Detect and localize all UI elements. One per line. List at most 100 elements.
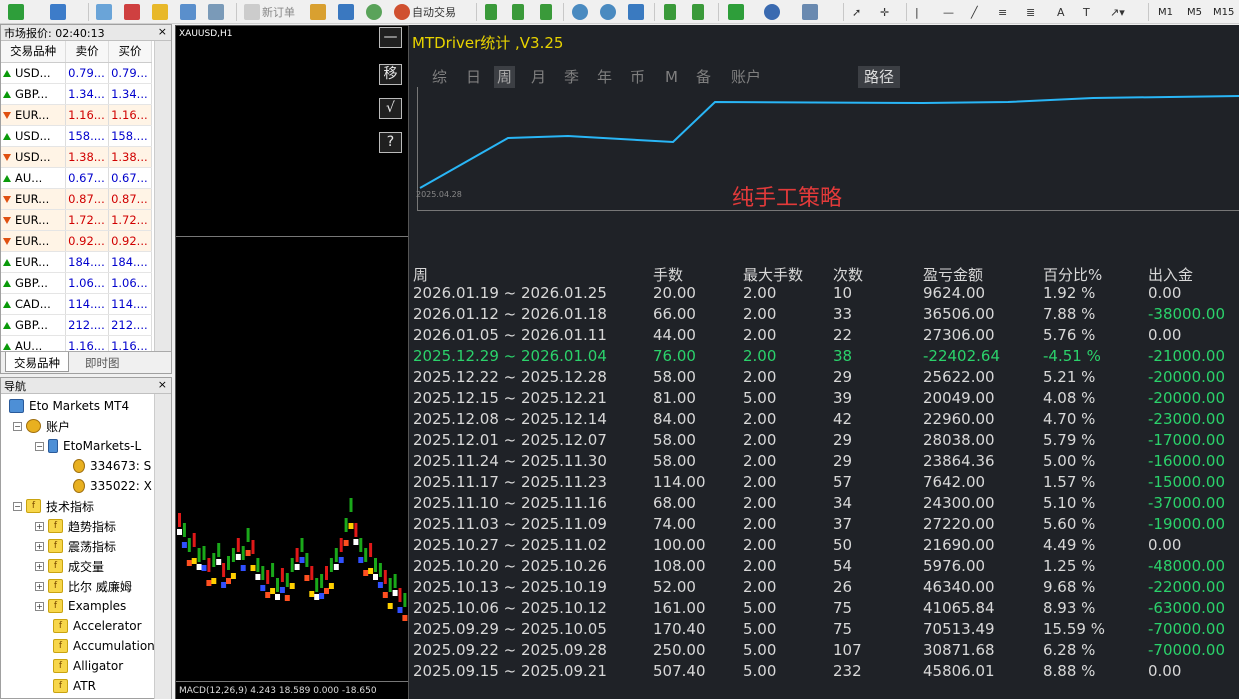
arrows-button[interactable]: ↗▾ — [1110, 3, 1125, 21]
indicators-button[interactable] — [728, 3, 746, 21]
nav-item-oscillators[interactable]: + f 震荡指标 — [35, 537, 116, 555]
collapse-icon[interactable]: − — [13, 501, 22, 511]
profiles-button[interactable] — [50, 3, 68, 21]
candle — [241, 546, 245, 560]
nav-item-trend[interactable]: + f 趋势指标 — [35, 517, 116, 535]
chart-shift-button[interactable] — [664, 3, 678, 21]
market-watch-button[interactable] — [96, 3, 114, 21]
candlestick-button[interactable] — [512, 3, 526, 21]
close-icon[interactable]: × — [158, 378, 167, 391]
signals-button[interactable] — [366, 3, 384, 21]
market-watch-row[interactable]: GBP... 1.06... 1.06... — [1, 272, 152, 294]
timeframe-m5[interactable]: M5 — [1187, 3, 1202, 21]
autoscroll-button[interactable] — [692, 3, 706, 21]
tab-day[interactable]: 日 — [466, 66, 481, 88]
collapse-icon[interactable]: − — [35, 441, 44, 451]
account-button[interactable] — [338, 3, 356, 21]
nav-item-examples[interactable]: + f Examples — [35, 597, 126, 615]
periods-button[interactable] — [764, 3, 782, 21]
expand-icon[interactable]: + — [35, 601, 44, 611]
nav-item-account-1[interactable]: 334673: S — [73, 457, 151, 475]
minimize-button[interactable]: — — [379, 27, 402, 48]
new-chart-button[interactable] — [8, 3, 26, 21]
market-watch-row[interactable]: AU... 0.67... 0.67... — [1, 167, 152, 189]
expand-icon[interactable]: + — [35, 521, 44, 531]
nav-item-accelerator[interactable]: f Accelerator — [53, 617, 142, 635]
bar-chart-button[interactable] — [485, 3, 499, 21]
nav-item-atr[interactable]: f ATR — [53, 677, 96, 695]
market-watch-row[interactable]: EUR... 1.16... 1.16... — [1, 104, 152, 126]
market-watch-row[interactable]: EUR... 0.92... 0.92... — [1, 230, 152, 252]
nav-item-account-2[interactable]: 335022: X — [73, 477, 152, 495]
nav-item-bill-williams[interactable]: + f 比尔 威廉姆 — [35, 577, 132, 595]
metaeditor-button[interactable] — [310, 3, 328, 21]
column-header-ask[interactable]: 买价 — [108, 41, 152, 63]
line-chart-button[interactable] — [540, 3, 554, 21]
nav-item-indicators[interactable]: − f 技术指标 — [13, 497, 94, 515]
zoom-in-button[interactable] — [572, 3, 590, 21]
tab-month[interactable]: 月 — [531, 66, 546, 88]
timeframe-m15[interactable]: M15 — [1213, 3, 1234, 21]
terminal-button[interactable] — [180, 3, 198, 21]
tab-backup[interactable]: 备 — [696, 66, 711, 88]
nav-item-volumes[interactable]: + f 成交量 — [35, 557, 104, 575]
market-watch-scrollbar[interactable] — [154, 41, 171, 356]
bid-cell: 0.67... — [65, 167, 110, 189]
navigator-scrollbar[interactable] — [154, 394, 171, 699]
tab-account[interactable]: 账户 — [731, 66, 761, 88]
timeframe-m1[interactable]: M1 — [1158, 3, 1173, 21]
column-header-symbol[interactable]: 交易品种 — [1, 41, 67, 63]
vertical-line-button[interactable]: | — [915, 3, 919, 21]
move-button[interactable]: 移 — [379, 64, 402, 85]
text-label-button[interactable]: T — [1083, 3, 1090, 21]
help-button[interactable]: ? — [379, 132, 402, 153]
market-watch-row[interactable]: USD... 0.79... 0.79... — [1, 62, 152, 84]
expand-icon[interactable]: + — [35, 581, 44, 591]
trendline-button[interactable]: ╱ — [971, 3, 978, 21]
tab-path[interactable]: 路径 — [858, 66, 901, 88]
tab-year[interactable]: 年 — [597, 66, 612, 88]
collapse-icon[interactable]: − — [13, 421, 22, 431]
tile-windows-button[interactable] — [628, 3, 646, 21]
equidistant-channel-button[interactable]: ≡ — [998, 3, 1007, 21]
data-window-button[interactable] — [124, 3, 142, 21]
chart-window[interactable]: XAUUSD,H1 — [175, 25, 409, 699]
crosshair-button[interactable]: ✛ — [880, 3, 889, 21]
zoom-out-button[interactable] — [600, 3, 618, 21]
market-watch-row[interactable]: EUR... 184.... 184.... — [1, 251, 152, 273]
confirm-button[interactable]: √ — [379, 98, 402, 119]
nav-item-accounts[interactable]: − 账户 — [13, 417, 70, 435]
tab-m[interactable]: M — [665, 66, 678, 88]
nav-item-server[interactable]: − EtoMarkets-L — [35, 437, 141, 455]
tab-week[interactable]: 周 — [494, 66, 516, 88]
market-watch-row[interactable]: EUR... 0.87... 0.87... — [1, 188, 152, 210]
column-header-bid[interactable]: 卖价 — [65, 41, 110, 63]
tab-tick-chart[interactable]: 即时图 — [77, 352, 128, 372]
market-watch-row[interactable]: USD... 1.38... 1.38... — [1, 146, 152, 168]
nav-item-alligator[interactable]: f Alligator — [53, 657, 123, 675]
ask-cell: 212.... — [108, 314, 152, 336]
text-button[interactable]: A — [1057, 3, 1065, 21]
close-icon[interactable]: × — [158, 25, 167, 38]
templates-button[interactable] — [802, 3, 820, 21]
market-watch-row[interactable]: GBP... 1.34... 1.34... — [1, 83, 152, 105]
nav-item-terminal[interactable]: Eto Markets MT4 — [9, 397, 129, 415]
tab-currency[interactable]: 币 — [630, 66, 645, 88]
tester-button[interactable] — [208, 3, 226, 21]
market-watch-row[interactable]: EUR... 1.72... 1.72... — [1, 209, 152, 231]
expand-icon[interactable]: + — [35, 561, 44, 571]
tab-symbols[interactable]: 交易品种 — [5, 352, 69, 372]
nav-item-accumulation[interactable]: f Accumulation — [53, 637, 155, 655]
market-watch-row[interactable]: USD... 158.... 158.... — [1, 125, 152, 147]
cursor-button[interactable]: ➚ — [852, 3, 861, 21]
fibonacci-button[interactable]: ≣ — [1026, 3, 1035, 21]
new-order-button[interactable]: 新订单 — [244, 3, 295, 21]
auto-trading-button[interactable]: 自动交易 — [394, 3, 456, 21]
tab-quarter[interactable]: 季 — [564, 66, 579, 88]
tab-overview[interactable]: 综 — [432, 66, 447, 88]
horizontal-line-button[interactable]: — — [943, 3, 954, 21]
market-watch-row[interactable]: CAD... 114.... 114.... — [1, 293, 152, 315]
expand-icon[interactable]: + — [35, 541, 44, 551]
navigator-button[interactable] — [152, 3, 170, 21]
market-watch-row[interactable]: GBP... 212.... 212.... — [1, 314, 152, 336]
